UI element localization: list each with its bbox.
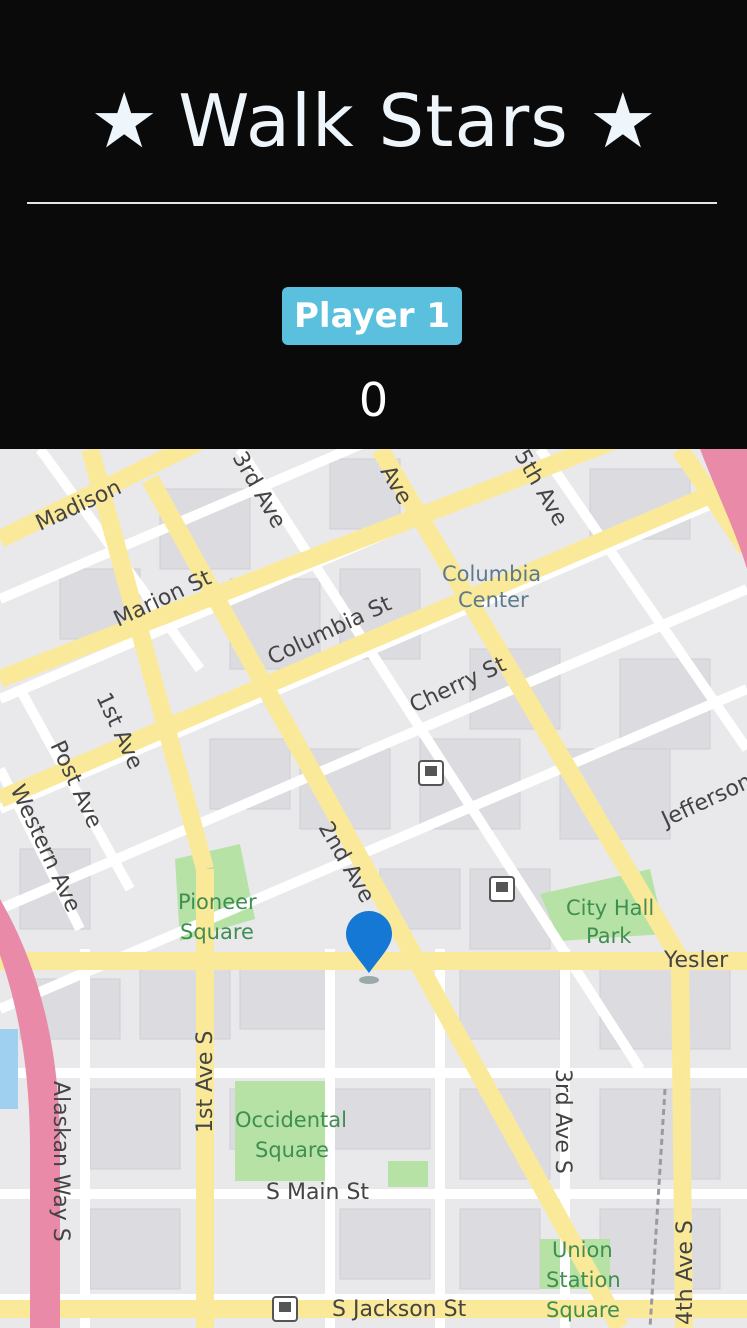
place-label-occidental-square-2: Square [255,1138,329,1162]
game-header: ★ Walk Stars ★ Player 1 0 [0,0,747,449]
place-label-columbia-center-2: Center [458,588,529,612]
transit-station-icon[interactable] [418,760,444,786]
place-label-pioneer-square: Pioneer [178,890,257,914]
transit-station-icon[interactable] [272,1296,298,1322]
street-label-s-main-st: S Main St [266,1180,369,1205]
street-label-yesler: Yesler [663,948,729,973]
place-label-pioneer-square-2: Square [180,920,254,944]
street-label-s-jackson-st: S Jackson St [332,1297,467,1322]
player-badge: Player 1 [282,287,462,345]
place-label-columbia-center: Columbia [442,562,541,586]
map-view[interactable]: Madison Marion St 3rd Ave Ave 5th Ave Co… [0,449,747,1328]
street-label-4th-ave-s: 4th Ave S [673,1220,698,1325]
street-label-alaskan-way: Alaskan Way S [48,1081,73,1242]
map-canvas[interactable]: Madison Marion St 3rd Ave Ave 5th Ave Co… [0,449,747,1328]
app-title-text: Walk Stars [178,79,569,163]
star-icon-right: ★ [588,76,657,165]
place-label-union-station: Union [552,1238,613,1262]
star-icon-left: ★ [90,76,159,165]
title-divider [27,202,717,204]
street-label-3rd-ave-s: 3rd Ave S [550,1069,575,1174]
street-label-1st-ave-s: 1st Ave S [193,1031,218,1133]
place-label-union-station-3: Square [546,1298,620,1322]
player-score: 0 [358,373,389,427]
place-label-occidental-square: Occidental [235,1108,347,1132]
app-title: ★ Walk Stars ★ [0,76,747,166]
transit-station-icon[interactable] [489,876,515,902]
place-label-city-hall-park: City Hall [566,896,654,920]
place-label-union-station-2: Station [546,1268,621,1292]
place-label-city-hall-park-2: Park [586,924,632,948]
